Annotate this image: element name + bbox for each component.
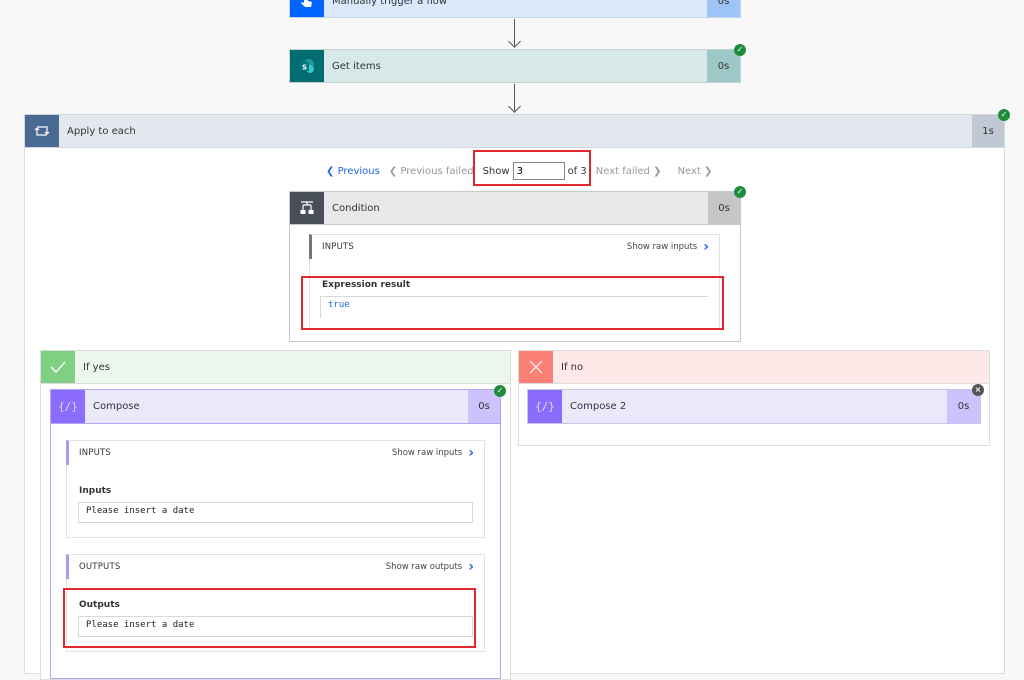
if-yes-header[interactable]: If yes [40,350,511,384]
close-icon [519,351,553,383]
condition-title: Condition [332,202,380,214]
compose-header[interactable]: {∕} Compose 0s [50,389,501,424]
check-icon [41,351,75,383]
previous-failed-label: Previous failed [400,165,474,177]
success-check-icon: ✓ [998,109,1010,121]
compose2-title: Compose 2 [570,401,627,412]
chevron-right-icon: › [468,445,474,461]
get-items-card[interactable]: S Get items 0s [289,49,741,83]
chevron-left-icon: ❮ [388,165,398,177]
previous-failed-button[interactable]: ❮ Previous failed [389,166,474,177]
success-check-icon: ✓ [494,385,506,397]
highlight-box-outputs [63,588,476,648]
compose-inputs-header: INPUTS Show raw inputs › [66,440,485,466]
inputs-section-label: INPUTS [79,448,112,458]
show-raw-outputs-link[interactable]: Show raw outputs › [386,560,474,574]
outputs-section-label: OUTPUTS [79,562,121,572]
condition-duration: 0s [708,192,740,224]
show-raw-inputs-link[interactable]: Show raw inputs › [627,240,709,254]
apply-to-each-header[interactable]: Apply to each 1s [24,114,1005,148]
success-check-icon: ✓ [734,186,746,198]
next-failed-label: Next failed [595,165,650,177]
chevron-left-icon: ❮ [326,165,335,177]
inputs-section-label: INPUTS [322,242,355,252]
apply-to-each-duration: 1s [972,115,1004,147]
previous-button[interactable]: ❮ Previous [326,166,380,177]
condition-inputs-header: INPUTS Show raw inputs › [309,234,720,260]
highlight-box-expression [301,276,724,330]
condition-header[interactable]: Condition 0s [289,191,741,225]
compose-icon: {∕} [51,390,85,423]
compose-title: Compose [93,401,140,412]
compose-outputs-header: OUTPUTS Show raw outputs › [66,554,485,580]
success-check-icon: ✓ [734,44,746,56]
connector-arrowhead [508,35,521,48]
loop-icon [25,115,59,147]
chevron-right-icon: › [468,559,474,575]
show-raw-inputs-link[interactable]: Show raw inputs › [392,446,474,460]
compose-icon: {∕} [528,390,562,423]
next-failed-button[interactable]: Next failed ❯ [596,166,662,177]
trigger-card[interactable]: Manually trigger a flow 0s [289,0,741,18]
connector-arrowhead [508,100,521,113]
skipped-x-icon: × [972,384,984,396]
compose2-header[interactable]: {∕} Compose 2 0s [527,389,981,424]
next-button[interactable]: Next ❯ [678,166,713,177]
next-label: Next [677,165,701,177]
hand-touch-icon [290,0,324,17]
get-items-title: Get items [332,60,381,72]
inputs-field-value: Please insert a date [78,502,473,523]
inputs-field-label: Inputs [79,486,112,496]
if-yes-title: If yes [83,361,110,373]
apply-to-each-title: Apply to each [67,125,136,137]
highlight-box-pager [473,150,591,186]
if-no-title: If no [561,361,584,373]
if-no-header[interactable]: If no [518,350,990,384]
svg-text:S: S [302,64,307,72]
chevron-right-icon: ❯ [704,165,713,177]
show-raw-outputs-label: Show raw outputs [385,562,463,572]
previous-label: Previous [337,165,380,177]
show-raw-inputs-label: Show raw inputs [626,242,698,252]
condition-icon [290,192,324,224]
trigger-title: Manually trigger a flow [332,0,448,7]
chevron-right-icon: ❯ [653,165,662,177]
trigger-duration: 0s [707,0,740,17]
sharepoint-icon: S [290,50,324,82]
chevron-right-icon: › [703,239,709,255]
get-items-duration: 0s [707,50,740,82]
show-raw-inputs-label: Show raw inputs [391,448,463,458]
